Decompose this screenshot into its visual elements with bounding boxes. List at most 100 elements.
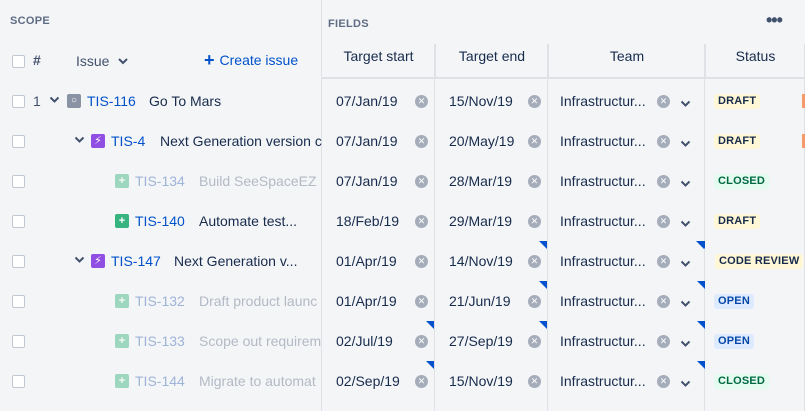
clear-icon[interactable]: ✕ bbox=[415, 335, 428, 348]
clear-icon[interactable]: ✕ bbox=[415, 215, 428, 228]
row-checkbox[interactable] bbox=[12, 335, 25, 348]
issue-title[interactable]: Automate test... bbox=[199, 213, 309, 229]
clear-icon[interactable]: ✕ bbox=[528, 255, 541, 268]
clear-icon[interactable]: ✕ bbox=[657, 335, 670, 348]
team-cell[interactable]: Infrastructur... ✕ bbox=[548, 81, 705, 121]
target-start-cell[interactable]: 07/Jan/19 ✕ bbox=[322, 121, 435, 161]
column-header-target-end[interactable]: Target end bbox=[435, 44, 548, 78]
target-end-cell[interactable]: 20/May/19 ✕ bbox=[435, 121, 548, 161]
issue-key-link[interactable]: TIS-147 bbox=[111, 253, 161, 269]
team-cell[interactable]: Infrastructur... ✕ bbox=[548, 161, 705, 201]
clear-icon[interactable]: ✕ bbox=[528, 215, 541, 228]
status-cell[interactable]: OPEN bbox=[697, 281, 805, 321]
clear-icon[interactable]: ✕ bbox=[657, 215, 670, 228]
clear-icon[interactable]: ✕ bbox=[415, 95, 428, 108]
expand-toggle[interactable] bbox=[49, 96, 61, 110]
team-dropdown[interactable] bbox=[680, 95, 691, 113]
status-cell[interactable]: DRAFT bbox=[705, 121, 805, 161]
row-checkbox[interactable] bbox=[12, 375, 25, 388]
create-issue-button[interactable]: + Create issue bbox=[204, 51, 298, 69]
issue-key-link[interactable]: TIS-144 bbox=[135, 373, 185, 389]
issue-title[interactable]: Next Generation version c bbox=[160, 133, 322, 149]
clear-icon[interactable]: ✕ bbox=[657, 375, 670, 388]
status-cell[interactable]: CLOSED bbox=[705, 161, 805, 201]
issue-title[interactable]: Go To Mars bbox=[149, 93, 309, 109]
team-cell[interactable]: Infrastructur... ✕ bbox=[548, 321, 705, 361]
issue-key-link[interactable]: TIS-132 bbox=[135, 293, 185, 309]
clear-icon[interactable]: ✕ bbox=[657, 135, 670, 148]
expand-toggle[interactable] bbox=[74, 256, 86, 270]
clear-icon[interactable]: ✕ bbox=[528, 295, 541, 308]
issue-key-link[interactable]: TIS-140 bbox=[135, 213, 185, 229]
clear-icon[interactable]: ✕ bbox=[528, 335, 541, 348]
clear-icon[interactable]: ✕ bbox=[415, 375, 428, 388]
team-dropdown[interactable] bbox=[680, 335, 691, 353]
status-cell[interactable]: DRAFT bbox=[705, 201, 805, 241]
clear-icon[interactable]: ✕ bbox=[528, 375, 541, 388]
target-end-cell[interactable]: 15/Nov/19 ✕ bbox=[435, 81, 548, 121]
expand-toggle[interactable] bbox=[74, 136, 86, 150]
status-cell[interactable]: OPEN bbox=[697, 321, 805, 361]
clear-icon[interactable]: ✕ bbox=[657, 95, 670, 108]
target-start-cell[interactable]: 07/Jan/19 ✕ bbox=[322, 81, 435, 121]
target-end-cell[interactable]: 28/Mar/19 ✕ bbox=[435, 161, 548, 201]
target-end-cell[interactable]: 15/Nov/19 ✕ bbox=[435, 361, 548, 401]
column-header-target-start[interactable]: Target start bbox=[322, 44, 435, 78]
team-cell[interactable]: Infrastructur... ✕ bbox=[548, 201, 705, 241]
column-header-status[interactable]: Status bbox=[705, 44, 805, 78]
target-start-cell[interactable]: 02/Jul/19 ✕ bbox=[322, 321, 435, 361]
row-checkbox[interactable] bbox=[12, 295, 25, 308]
target-start-cell[interactable]: 01/Apr/19 ✕ bbox=[322, 281, 435, 321]
clear-icon[interactable]: ✕ bbox=[528, 95, 541, 108]
target-end-cell[interactable]: 27/Sep/19 ✕ bbox=[435, 321, 548, 361]
status-badge: OPEN bbox=[714, 294, 754, 309]
column-header-team[interactable]: Team bbox=[548, 44, 705, 78]
clear-icon[interactable]: ✕ bbox=[657, 255, 670, 268]
select-all-checkbox[interactable] bbox=[12, 55, 25, 68]
status-cell[interactable]: CLOSED bbox=[697, 361, 805, 401]
status-cell[interactable]: DRAFT bbox=[705, 81, 805, 121]
team-dropdown[interactable] bbox=[680, 175, 691, 193]
clear-icon[interactable]: ✕ bbox=[528, 175, 541, 188]
target-start-cell[interactable]: 18/Feb/19 ✕ bbox=[322, 201, 435, 241]
issue-title[interactable]: Draft product launc bbox=[199, 293, 323, 309]
clear-icon[interactable]: ✕ bbox=[528, 135, 541, 148]
clear-icon[interactable]: ✕ bbox=[415, 175, 428, 188]
team-dropdown[interactable] bbox=[680, 255, 691, 273]
issue-key-link[interactable]: TIS-116 bbox=[87, 93, 136, 109]
issue-title[interactable]: Next Generation v... bbox=[174, 253, 322, 269]
team-dropdown[interactable] bbox=[680, 375, 691, 393]
target-end-cell[interactable]: 29/Mar/19 ✕ bbox=[435, 201, 548, 241]
target-start-cell[interactable]: 01/Apr/19 ✕ bbox=[322, 241, 435, 281]
row-checkbox[interactable] bbox=[12, 95, 25, 108]
issue-title[interactable]: Migrate to automat bbox=[199, 373, 323, 389]
clear-icon[interactable]: ✕ bbox=[415, 135, 428, 148]
issue-title[interactable]: Scope out requirem bbox=[199, 333, 323, 349]
row-checkbox[interactable] bbox=[12, 135, 25, 148]
clear-icon[interactable]: ✕ bbox=[415, 295, 428, 308]
target-end-cell[interactable]: 21/Jun/19 ✕ bbox=[435, 281, 548, 321]
target-end-cell[interactable]: 14/Nov/19 ✕ bbox=[435, 241, 548, 281]
row-checkbox[interactable] bbox=[12, 175, 25, 188]
team-cell[interactable]: Infrastructur... ✕ bbox=[548, 361, 705, 401]
issue-key-link[interactable]: TIS-133 bbox=[135, 333, 185, 349]
status-cell[interactable]: CODE REVIEW bbox=[697, 241, 805, 281]
issue-key-link[interactable]: TIS-4 bbox=[111, 133, 145, 149]
issue-sort-button[interactable]: Issue bbox=[76, 53, 129, 69]
clear-icon[interactable]: ✕ bbox=[657, 295, 670, 308]
target-start-cell[interactable]: 07/Jan/19 ✕ bbox=[322, 161, 435, 201]
team-cell[interactable]: Infrastructur... ✕ bbox=[548, 241, 705, 281]
team-dropdown[interactable] bbox=[680, 215, 691, 233]
issue-title[interactable]: Build SeeSpaceEZ bbox=[199, 173, 321, 189]
team-dropdown[interactable] bbox=[680, 295, 691, 313]
team-cell[interactable]: Infrastructur... ✕ bbox=[548, 281, 705, 321]
issue-key-link[interactable]: TIS-134 bbox=[135, 173, 185, 189]
row-checkbox[interactable] bbox=[12, 215, 25, 228]
team-cell[interactable]: Infrastructur... ✕ bbox=[548, 121, 705, 161]
team-dropdown[interactable] bbox=[680, 135, 691, 153]
target-start-cell[interactable]: 02/Sep/19 ✕ bbox=[322, 361, 435, 401]
more-options-icon[interactable]: ••• bbox=[766, 10, 783, 31]
clear-icon[interactable]: ✕ bbox=[415, 255, 428, 268]
clear-icon[interactable]: ✕ bbox=[657, 175, 670, 188]
row-checkbox[interactable] bbox=[12, 255, 25, 268]
